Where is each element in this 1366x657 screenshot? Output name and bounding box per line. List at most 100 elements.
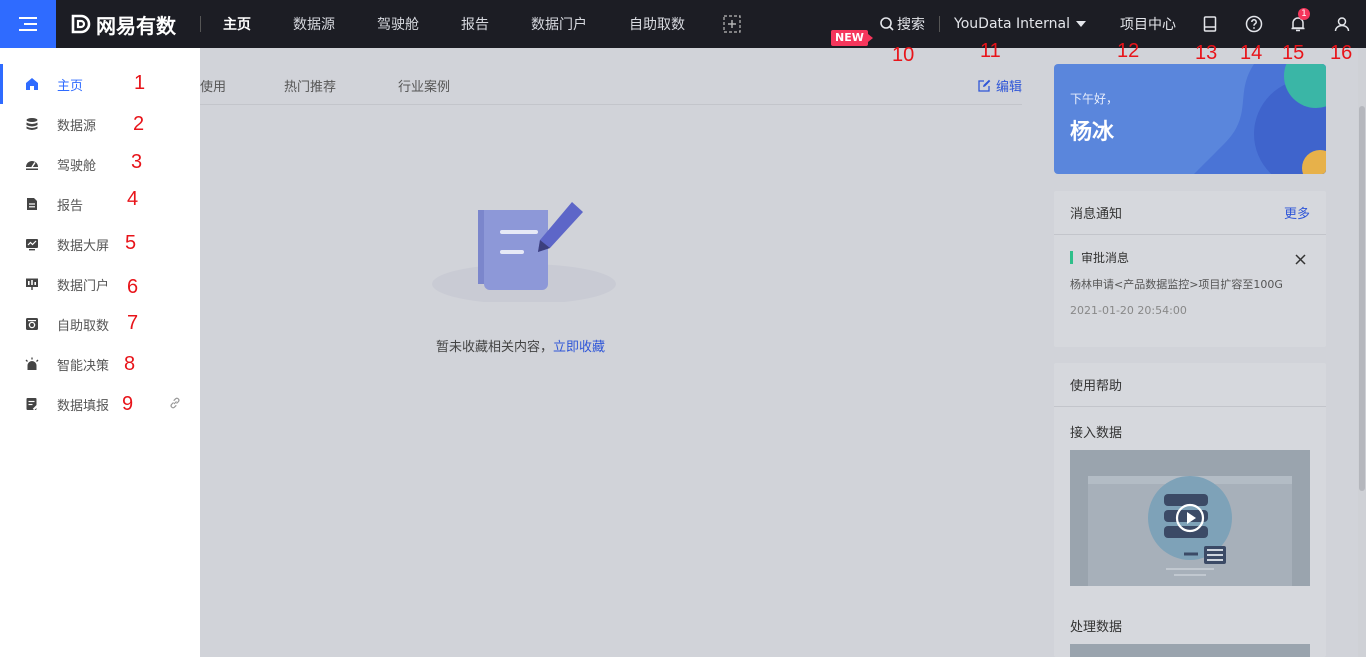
topnav-item-datasource[interactable]: 数据源 <box>293 14 335 34</box>
help-video-thumbnail[interactable] <box>1070 450 1310 586</box>
scrollbar-thumb[interactable] <box>1359 106 1365 491</box>
annotation-label: 12 <box>1117 40 1140 62</box>
dashboard-icon <box>24 156 40 172</box>
empty-state-illustration <box>432 198 616 306</box>
more-link[interactable]: 更多 <box>1284 203 1310 222</box>
sidebar-item-label: 主页 <box>57 78 84 94</box>
docs-button[interactable] <box>1200 14 1220 34</box>
sidebar-item-label: 数据源 <box>57 118 97 134</box>
annotation-label: 14 <box>1240 42 1263 64</box>
search-label: 搜索 <box>897 17 926 33</box>
sidebar-item-label: 数据填报 <box>57 398 110 414</box>
decision-icon <box>24 356 40 372</box>
notification-type-marker <box>1070 251 1073 264</box>
tab-hot-recommend[interactable]: 热门推荐 <box>284 76 336 95</box>
new-badge: NEW <box>831 30 873 46</box>
tab-recent-use[interactable]: 使用 <box>200 76 226 95</box>
workspace-selector[interactable]: YouData Internal <box>954 16 1086 32</box>
content-tabs: 使用 热门推荐 行业案例 编辑 <box>200 64 1022 105</box>
search-button[interactable]: NEW 搜索 <box>831 14 926 46</box>
notifications-card-header: 消息通知 更多 <box>1054 191 1326 235</box>
user-icon <box>1334 17 1350 32</box>
sidebar-item-report[interactable]: 报告 <box>0 184 200 224</box>
book-icon <box>1203 16 1217 32</box>
annotation-label: 7 <box>127 312 139 334</box>
sidebar-item-label: 自助取数 <box>57 318 110 334</box>
notification-item[interactable]: 审批消息 杨林申请<产品数据监控>项目扩容至100G 2021-01-20 20… <box>1054 235 1326 317</box>
notifications-title: 消息通知 <box>1070 207 1123 222</box>
sidebar: 主页 数据源 驾驶舱 报告 数据大屏 数据门户 自助取数 智能决策 数据填报 <box>0 48 200 657</box>
sidebar-item-label: 数据大屏 <box>57 238 110 254</box>
annotation-label: 6 <box>127 276 139 298</box>
user-menu-button[interactable] <box>1332 14 1352 34</box>
screen-icon <box>24 236 40 252</box>
annotation-label: 2 <box>133 113 145 135</box>
notifications-button[interactable]: 1 <box>1288 8 1310 34</box>
sidebar-item-label: 数据门户 <box>57 278 110 294</box>
topnav-item-self-fetch[interactable]: 自助取数 <box>629 14 685 34</box>
page-scrollbar[interactable] <box>1358 48 1366 657</box>
notification-type-label: 审批消息 <box>1081 251 1130 265</box>
sidebar-item-screen[interactable]: 数据大屏 <box>0 224 200 264</box>
search-icon <box>880 17 894 31</box>
sidebar-item-cockpit[interactable]: 驾驶舱 <box>0 144 200 184</box>
topnav-item-cockpit[interactable]: 驾驶舱 <box>377 14 419 34</box>
sidebar-item-portal[interactable]: 数据门户 <box>0 264 200 304</box>
menu-toggle-button[interactable] <box>0 0 56 48</box>
sidebar-item-label: 驾驶舱 <box>57 158 97 174</box>
notification-time: 2021-01-20 20:54:00 <box>1070 304 1187 317</box>
topnav-item-report[interactable]: 报告 <box>461 14 489 34</box>
play-icon <box>1175 503 1205 533</box>
add-tab-button[interactable] <box>723 15 741 33</box>
nav-divider <box>200 16 201 32</box>
brand-logo[interactable]: 网易有数 <box>70 0 176 48</box>
collect-now-link[interactable]: 立即收藏 <box>553 340 605 355</box>
caret-down-icon <box>1076 21 1086 27</box>
sidebar-item-label: 报告 <box>57 198 84 214</box>
fetch-icon <box>24 316 40 332</box>
greeting-text: 下午好， <box>1070 92 1119 106</box>
help-icon <box>1245 15 1263 33</box>
tools-divider <box>939 16 941 32</box>
sidebar-item-form[interactable]: 数据填报 <box>0 384 200 424</box>
greeting-card: 下午好， 杨冰 <box>1054 64 1326 174</box>
project-center-link[interactable]: 项目中心 <box>1120 14 1176 34</box>
notification-count-badge: 1 <box>1298 8 1310 20</box>
help-section-title: 处理数据 <box>1070 620 1123 635</box>
annotation-label: 1 <box>134 72 146 94</box>
help-video-thumbnail[interactable] <box>1070 644 1310 657</box>
annotation-label: 5 <box>125 232 137 254</box>
sidebar-item-decision[interactable]: 智能决策 <box>0 344 200 384</box>
topnav-item-portal[interactable]: 数据门户 <box>531 14 587 34</box>
sidebar-item-datasource[interactable]: 数据源 <box>0 104 200 144</box>
sidebar-item-home[interactable]: 主页 <box>0 64 200 104</box>
brand-name: 网易有数 <box>96 13 176 38</box>
close-icon[interactable] <box>1295 253 1306 269</box>
top-navigation-bar: 网易有数 主页 数据源 驾驶舱 报告 数据门户 自助取数 NEW 搜索 YouD… <box>0 0 1366 48</box>
annotation-label: 8 <box>124 353 136 375</box>
menu-icon <box>19 17 37 31</box>
edit-icon <box>978 79 991 92</box>
notification-body: 杨林申请<产品数据监控>项目扩容至100G <box>1070 278 1283 291</box>
tab-industry-cases[interactable]: 行业案例 <box>398 76 450 95</box>
form-icon <box>24 396 40 412</box>
help-title: 使用帮助 <box>1070 379 1123 394</box>
empty-state-text: 暂未收藏相关内容， <box>436 340 554 355</box>
sidebar-item-self-fetch[interactable]: 自助取数 <box>0 304 200 344</box>
annotation-label: 3 <box>131 151 143 173</box>
sidebar-item-label: 智能决策 <box>57 358 110 374</box>
notifications-card: 消息通知 更多 审批消息 杨林申请<产品数据监控>项目扩容至100G 2021-… <box>1054 191 1326 347</box>
help-card-header: 使用帮助 <box>1054 363 1326 407</box>
help-section-title: 接入数据 <box>1070 426 1123 441</box>
notification-type: 审批消息 <box>1070 249 1310 266</box>
annotation-label: 16 <box>1330 42 1353 64</box>
database-icon <box>24 116 40 132</box>
annotation-label: 4 <box>127 188 139 210</box>
link-icon[interactable] <box>168 396 182 414</box>
top-nav-menu: 主页 数据源 驾驶舱 报告 数据门户 自助取数 <box>223 0 741 48</box>
topnav-item-home[interactable]: 主页 <box>223 14 251 34</box>
edit-button[interactable]: 编辑 <box>978 76 1022 95</box>
help-button[interactable] <box>1244 14 1264 34</box>
report-icon <box>24 196 40 212</box>
youdata-logo-icon <box>71 14 91 34</box>
